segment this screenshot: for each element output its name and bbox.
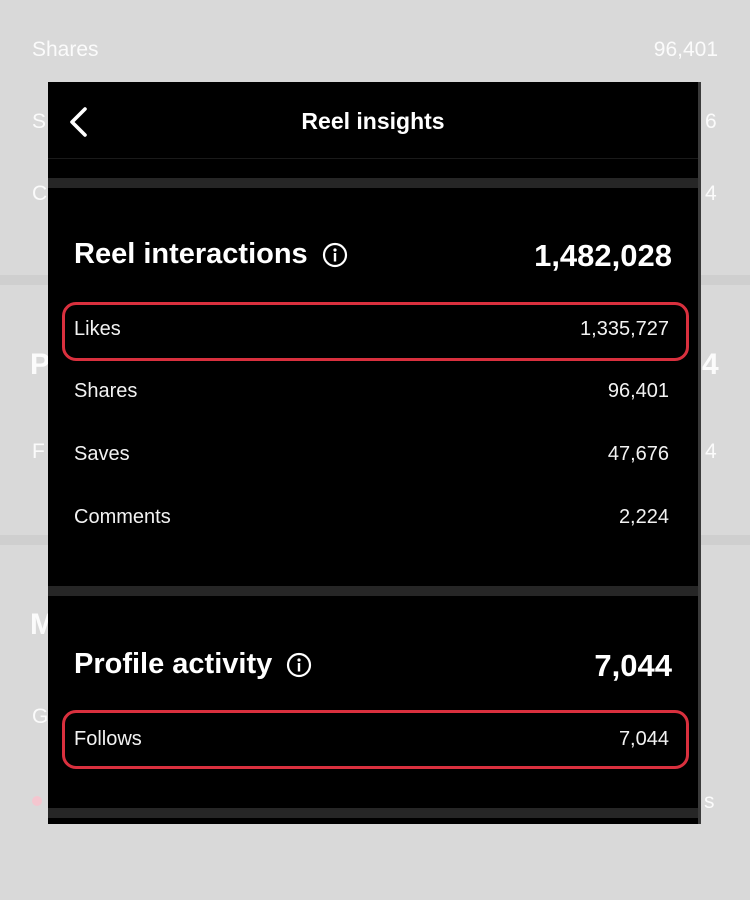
card-edge bbox=[698, 82, 701, 824]
bg-fragment: 4 bbox=[705, 182, 717, 205]
metric-value: 7,044 bbox=[618, 728, 669, 750]
reel-interactions-heading: Reel interactions bbox=[74, 238, 348, 271]
info-icon[interactable] bbox=[286, 652, 312, 678]
reel-insights-card: Reel insights Reel interactions 1,482,02… bbox=[48, 82, 701, 824]
bg-dot bbox=[32, 796, 42, 806]
info-icon[interactable] bbox=[322, 242, 348, 268]
metric-row-follows: Follows 7,044 bbox=[48, 718, 698, 762]
reel-interactions-title: Reel interactions bbox=[74, 238, 308, 270]
top-bar: Reel insights bbox=[48, 82, 698, 162]
section-divider bbox=[48, 586, 698, 596]
metric-row-comments: Comments 2,224 bbox=[48, 496, 698, 540]
metric-label: Likes bbox=[74, 318, 121, 340]
profile-activity-heading: Profile activity bbox=[74, 648, 312, 681]
section-divider bbox=[48, 808, 698, 818]
bg-fragment: C bbox=[32, 182, 48, 205]
bg-shares-value: 96,401 bbox=[653, 38, 718, 61]
metric-row-likes: Likes 1,335,727 bbox=[48, 308, 698, 352]
section-divider bbox=[48, 178, 698, 188]
metric-row-saves: Saves 47,676 bbox=[48, 433, 698, 477]
metric-label: Comments bbox=[74, 506, 171, 528]
metric-label: Saves bbox=[74, 443, 130, 465]
metric-label: Shares bbox=[74, 380, 138, 402]
metric-value: 47,676 bbox=[607, 443, 669, 465]
profile-activity-title: Profile activity bbox=[74, 648, 273, 680]
page-title: Reel insights bbox=[301, 108, 445, 134]
header-divider bbox=[48, 158, 698, 159]
metric-label: Follows bbox=[74, 728, 142, 750]
bg-fragment: P bbox=[30, 348, 51, 381]
reel-interactions-total: 1,482,028 bbox=[534, 238, 672, 273]
bg-shares-label: Shares bbox=[32, 38, 99, 61]
profile-activity-total: 7,044 bbox=[594, 648, 672, 683]
bg-fragment: F bbox=[32, 440, 45, 463]
bg-fragment: S bbox=[32, 110, 47, 133]
bg-fragment: 4 bbox=[702, 348, 719, 381]
metric-value: 2,224 bbox=[618, 506, 669, 528]
metric-value: 1,335,727 bbox=[580, 318, 669, 340]
metric-value: 96,401 bbox=[607, 380, 669, 402]
bg-fragment: 4 bbox=[705, 440, 717, 463]
bg-fragment: s bbox=[704, 790, 715, 813]
bg-fragment: G bbox=[32, 705, 49, 728]
metric-row-shares: Shares 96,401 bbox=[48, 370, 698, 414]
bg-fragment: 6 bbox=[705, 110, 717, 133]
